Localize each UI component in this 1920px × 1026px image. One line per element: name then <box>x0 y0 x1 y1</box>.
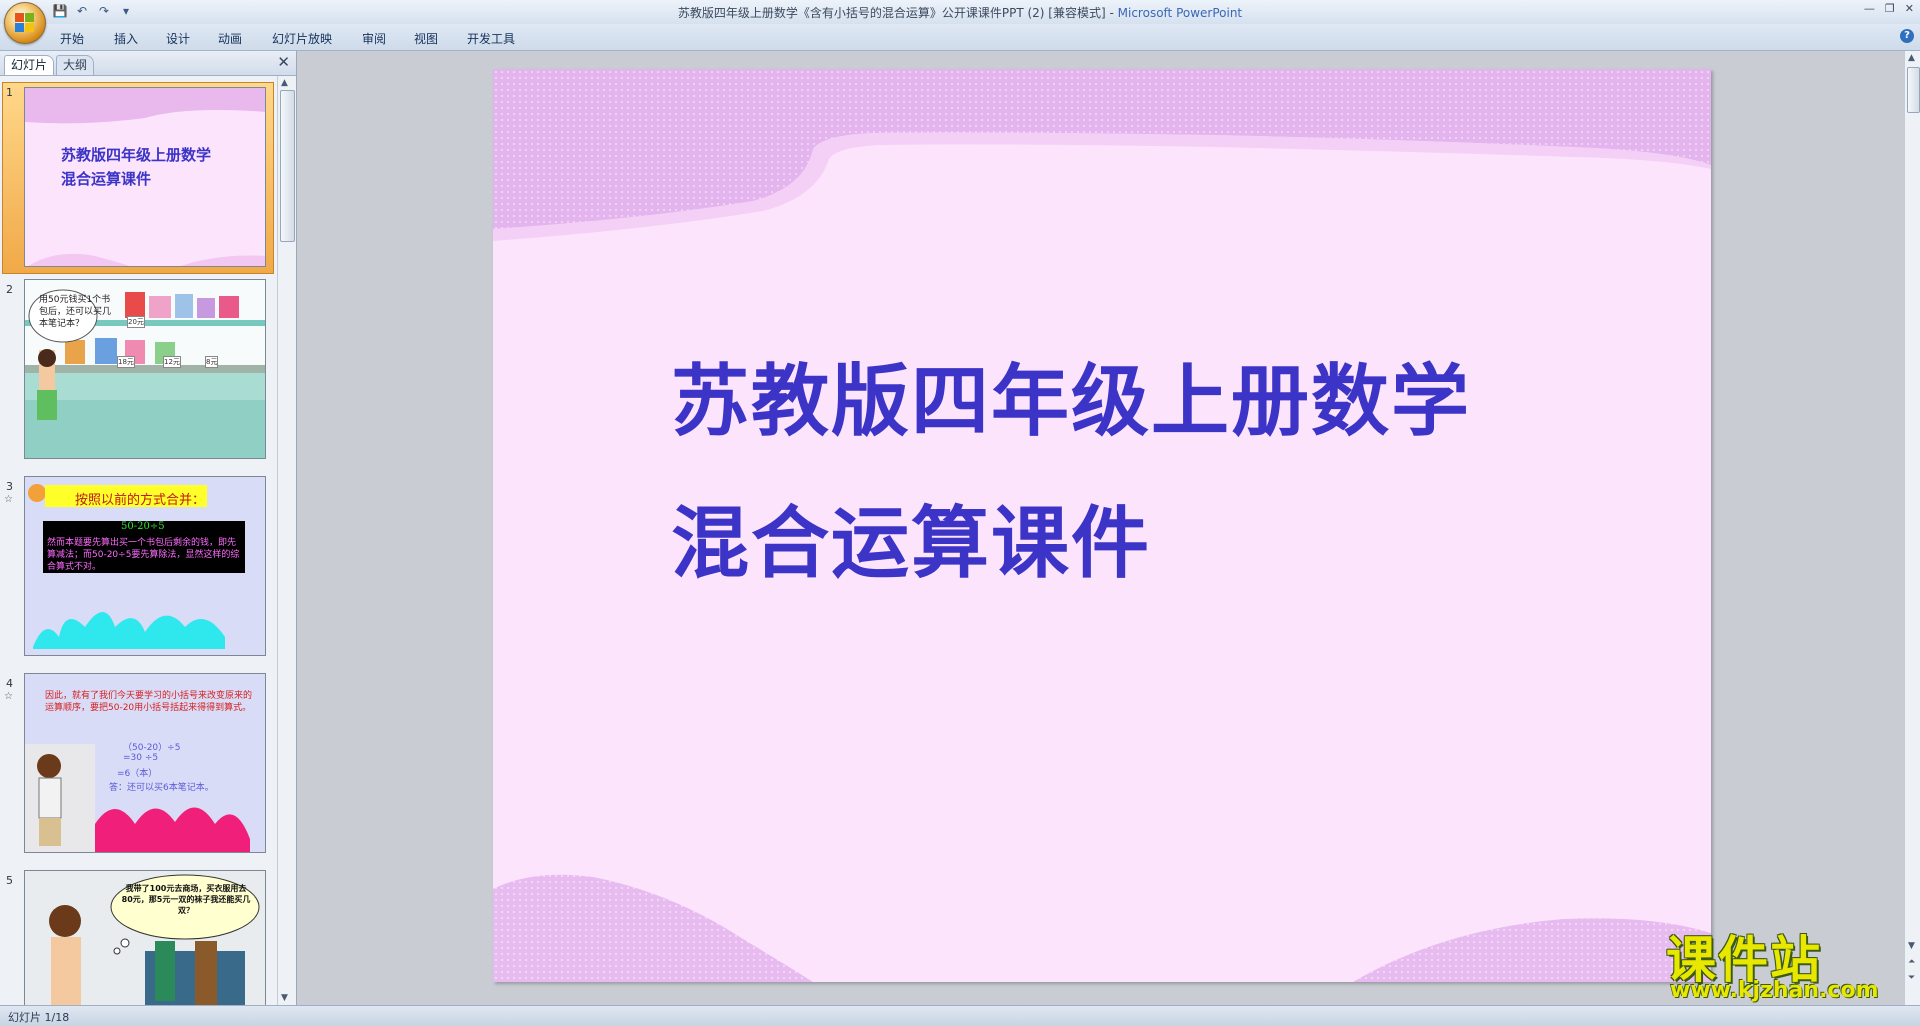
slide-thumbnail-5[interactable]: 我带了100元去商场，买衣服用去80元，那5元一双的袜子我还能买几双？ <box>24 870 266 1005</box>
slide-number: 1 <box>6 86 13 99</box>
scroll-down-icon[interactable]: ▼ <box>281 993 288 1003</box>
office-button[interactable] <box>4 2 46 44</box>
close-icon[interactable]: ✕ <box>1905 2 1914 15</box>
tab-developer[interactable]: 开发工具 <box>467 30 515 47</box>
thumb-title-line1: 苏教版四年级上册数学 <box>61 146 212 164</box>
thumb4-step: =30 ÷5 <box>123 753 159 763</box>
thumb4-step: （50-20）÷5 <box>123 743 181 753</box>
scroll-up-icon[interactable]: ▲ <box>1908 53 1915 63</box>
thumb2-price-tag: 12元 <box>163 356 181 368</box>
document-title: 苏教版四年级上册数学《含有小括号的混合运算》公开课课件PPT (2) [兼容模式… <box>677 6 1114 20</box>
thumb2-price-tag: 18元 <box>117 356 135 368</box>
tab-review[interactable]: 审阅 <box>362 30 386 47</box>
tab-animations[interactable]: 动画 <box>218 30 242 47</box>
thumb2-price-tag: 8元 <box>205 356 219 368</box>
slide-number: 4 <box>6 677 13 690</box>
watermark-url: www.kjzhan.com <box>1670 978 1879 1003</box>
tab-insert[interactable]: 插入 <box>114 30 138 47</box>
thumb4-step: =6（本） <box>117 769 158 779</box>
thumbnail-list: 1 苏教版四年级上册数学 混合运算课件 2 用50元钱买1个书 包后，还可以买几… <box>0 76 276 1005</box>
slide-thumbnail-4[interactable]: 因此，就有了我们今天要学习的小括号来改变原来的运算顺序，要把50-20用小括号括… <box>24 673 266 853</box>
scroll-thumb[interactable] <box>280 90 295 242</box>
slide-thumbnail-1[interactable]: 苏教版四年级上册数学 混合运算课件 <box>24 87 266 267</box>
slide-title-line2[interactable]: 混合运算课件 <box>671 481 1151 593</box>
thumb3-banner: 按照以前的方式合并： <box>75 493 206 508</box>
slide-number: 5 <box>6 874 13 887</box>
animation-star-icon: ☆ <box>4 691 13 702</box>
thumb2-question-line3: 本笔记本？ <box>39 319 85 329</box>
slide-thumbnail-3[interactable]: 按照以前的方式合并： 50-20÷5 然而本题要先算出买一个书包后剩余的钱，即先… <box>24 476 266 656</box>
thumb3-expression: 50-20÷5 <box>121 521 165 532</box>
thumb4-intro: 因此，就有了我们今天要学习的小括号来改变原来的运算顺序，要把50-20用小括号括… <box>45 691 253 713</box>
thumb3-description: 然而本题要先算出买一个书包后剩余的钱，即先算减法；而50-20÷5要先算除法，显… <box>47 538 240 572</box>
tab-slides[interactable]: 幻灯片 <box>4 55 55 75</box>
slide-scrollbar[interactable]: ▲ ▼ ⏶ ⏷ <box>1904 51 1920 1005</box>
slide-thumbnail-2[interactable]: 用50元钱买1个书 包后，还可以买几 本笔记本？ 20元 18元 12元 8元 <box>24 279 266 459</box>
next-slide-icon[interactable]: ⏷ <box>1908 973 1915 983</box>
help-icon[interactable]: ? <box>1900 29 1914 43</box>
tab-view[interactable]: 视图 <box>414 30 438 47</box>
main-slide-canvas[interactable]: 苏教版四年级上册数学 混合运算课件 <box>493 69 1711 982</box>
tab-home[interactable]: 开始 <box>60 30 84 47</box>
slide-title-line1[interactable]: 苏教版四年级上册数学 <box>671 339 1471 451</box>
ribbon-tab-bar: 开始 插入 设计 动画 幻灯片放映 审阅 视图 开发工具 ? <box>0 24 1920 51</box>
window-controls: — ❐ ✕ <box>1864 2 1914 15</box>
panel-close-icon[interactable]: ✕ <box>277 54 290 70</box>
slides-panel: 幻灯片 大纲 ✕ 1 苏教版四年级上册数学 混合运算课件 2 用50元钱买1个书… <box>0 51 297 1005</box>
thumb-title-line2: 混合运算课件 <box>61 170 152 188</box>
tab-slideshow[interactable]: 幻灯片放映 <box>272 30 332 47</box>
slide-number: 3 <box>6 480 13 493</box>
scroll-thumb[interactable] <box>1907 67 1920 113</box>
tab-outline[interactable]: 大纲 <box>56 55 95 75</box>
restore-icon[interactable]: ❐ <box>1885 2 1895 15</box>
panel-tab-bar: 幻灯片 大纲 ✕ <box>0 51 296 76</box>
thumb5-speech: 我带了100元去商场，买衣服用去80元，那5元一双的袜子我还能买几双？ <box>121 884 251 915</box>
thumb4-answer: 答：还可以买6本笔记本。 <box>109 783 214 793</box>
window-title: 苏教版四年级上册数学《含有小括号的混合运算》公开课课件PPT (2) [兼容模式… <box>0 4 1920 21</box>
status-bar: 幻灯片 1/18 <box>0 1005 1920 1026</box>
title-bar: 💾 ↶ ↷ ▾ 苏教版四年级上册数学《含有小括号的混合运算》公开课课件PPT (… <box>0 0 1920 25</box>
previous-slide-icon[interactable]: ⏶ <box>1908 957 1915 967</box>
slide-number: 2 <box>6 283 13 296</box>
tab-design[interactable]: 设计 <box>166 30 190 47</box>
thumb2-price-tag: 20元 <box>127 316 145 328</box>
scroll-up-icon[interactable]: ▲ <box>281 78 288 88</box>
minimize-icon[interactable]: — <box>1864 2 1875 15</box>
animation-star-icon: ☆ <box>4 494 13 505</box>
app-name: Microsoft PowerPoint <box>1117 6 1243 20</box>
slide-indicator: 幻灯片 1/18 <box>8 1011 70 1024</box>
office-logo-icon <box>15 13 35 33</box>
watermark-logo: 课件站 www.kjzhan.com <box>1660 920 1905 1005</box>
scroll-down-icon[interactable]: ▼ <box>1908 941 1915 951</box>
thumbnail-scrollbar[interactable]: ▲ ▼ <box>277 76 296 1005</box>
